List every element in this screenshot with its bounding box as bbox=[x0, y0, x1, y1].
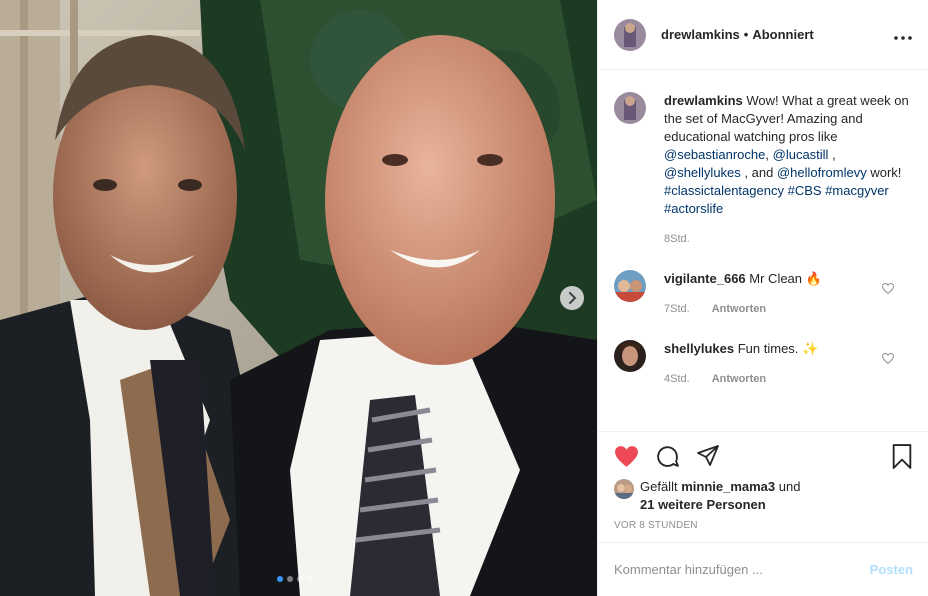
post-actions: Gefällt minnie_mama3 und 21 weitere Pers… bbox=[598, 431, 928, 531]
caption-meta: 8Std. bbox=[664, 230, 912, 248]
comment-button[interactable] bbox=[655, 444, 680, 469]
comments-list: drewlamkins Wow! What a great week on th… bbox=[598, 92, 928, 388]
comment-time: 4Std. bbox=[664, 373, 690, 385]
like-comment-button[interactable] bbox=[881, 352, 895, 367]
instagram-post: drewlamkins • Abonniert drewlamkins Wow!… bbox=[0, 0, 928, 596]
author-username[interactable]: drewlamkins bbox=[661, 27, 740, 42]
caption-avatar[interactable] bbox=[614, 92, 646, 124]
commenter-avatar[interactable] bbox=[614, 270, 646, 302]
post-details-panel: drewlamkins • Abonniert drewlamkins Wow!… bbox=[597, 0, 928, 596]
comment-meta: 4Std. Antworten bbox=[664, 370, 912, 388]
carousel-dot-3[interactable] bbox=[297, 576, 303, 582]
add-comment-bar: Posten bbox=[598, 542, 928, 596]
hashtag-link[interactable]: #CBS bbox=[788, 183, 822, 198]
comment-body: vigilante_666 Mr Clean 🔥 7Std. Antworten bbox=[664, 270, 912, 318]
likes-summary: Gefällt minnie_mama3 und 21 weitere Pers… bbox=[598, 478, 928, 514]
likes-prefix: Gefällt bbox=[640, 479, 678, 494]
post-header: drewlamkins • Abonniert bbox=[598, 0, 928, 70]
action-icons-row bbox=[598, 432, 928, 480]
comment: shellylukes Fun times. ✨ 4Std. Antworten bbox=[614, 340, 912, 388]
header-separator: • bbox=[743, 27, 749, 42]
like-button[interactable] bbox=[614, 445, 639, 468]
more-horizontal-icon bbox=[894, 36, 912, 40]
comment-input[interactable] bbox=[614, 562, 870, 577]
post-timestamp: VOR 8 STUNDEN bbox=[614, 520, 698, 531]
carousel-dot-1[interactable] bbox=[277, 576, 283, 582]
caption-separator: , bbox=[832, 147, 836, 162]
other-likers-link[interactable]: 21 weitere Personen bbox=[640, 497, 766, 512]
save-button[interactable] bbox=[891, 443, 913, 469]
post-photo[interactable] bbox=[0, 0, 597, 596]
hashtag-link[interactable]: #actorslife bbox=[664, 201, 723, 216]
commenter-avatar[interactable] bbox=[614, 340, 646, 372]
heart-outline-icon bbox=[881, 282, 895, 295]
carousel-dot-2[interactable] bbox=[287, 576, 293, 582]
more-options-button[interactable] bbox=[894, 24, 912, 45]
like-comment-button[interactable] bbox=[881, 282, 895, 297]
caption-time: 8Std. bbox=[664, 233, 690, 245]
liker-avatar[interactable] bbox=[614, 479, 634, 499]
caption-body: drewlamkins Wow! What a great week on th… bbox=[664, 92, 912, 248]
selfie-image bbox=[0, 0, 597, 596]
caption-username[interactable]: drewlamkins bbox=[664, 93, 743, 108]
share-icon bbox=[697, 445, 719, 466]
comment-username[interactable]: shellylukes bbox=[664, 341, 734, 356]
comment-icon bbox=[657, 445, 679, 467]
heart-outline-icon bbox=[881, 352, 895, 365]
hashtag-link[interactable]: #classictalentagency bbox=[664, 183, 784, 198]
caption-text-2: work! bbox=[870, 165, 902, 180]
heart-icon bbox=[615, 445, 638, 467]
caption-separator: , bbox=[765, 147, 769, 162]
comment: vigilante_666 Mr Clean 🔥 7Std. Antworten bbox=[614, 270, 912, 318]
comment-time: 7Std. bbox=[664, 303, 690, 315]
carousel-dots bbox=[277, 576, 313, 582]
reply-button[interactable]: Antworten bbox=[712, 370, 766, 388]
mention-link[interactable]: @sebastianroche bbox=[664, 147, 765, 162]
liker-username[interactable]: minnie_mama3 bbox=[681, 479, 775, 494]
carousel-dot-4[interactable] bbox=[307, 576, 313, 582]
mention-link[interactable]: @lucastill bbox=[773, 147, 829, 162]
mention-link[interactable]: @hellofromlevy bbox=[777, 165, 867, 180]
caption-separator: , and bbox=[744, 165, 774, 180]
post-comment-button[interactable]: Posten bbox=[870, 562, 913, 577]
share-button[interactable] bbox=[696, 444, 720, 468]
mention-link[interactable]: @shellylukes bbox=[664, 165, 741, 180]
comment-username[interactable]: vigilante_666 bbox=[664, 271, 746, 286]
comment-text: Fun times. ✨ bbox=[737, 341, 819, 356]
reply-button[interactable]: Antworten bbox=[712, 300, 766, 318]
next-photo-button[interactable] bbox=[560, 286, 584, 310]
follow-status-button[interactable]: Abonniert bbox=[752, 27, 813, 42]
hashtag-link[interactable]: #macgyver bbox=[825, 183, 889, 198]
chevron-right-icon bbox=[569, 292, 577, 304]
likes-joiner: und bbox=[778, 479, 801, 494]
bookmark-icon bbox=[892, 443, 912, 469]
caption: drewlamkins Wow! What a great week on th… bbox=[614, 92, 912, 248]
author-avatar[interactable] bbox=[614, 18, 646, 51]
comment-text: Mr Clean 🔥 bbox=[749, 271, 822, 286]
comment-meta: 7Std. Antworten bbox=[664, 300, 912, 318]
comment-body: shellylukes Fun times. ✨ 4Std. Antworten bbox=[664, 340, 912, 388]
